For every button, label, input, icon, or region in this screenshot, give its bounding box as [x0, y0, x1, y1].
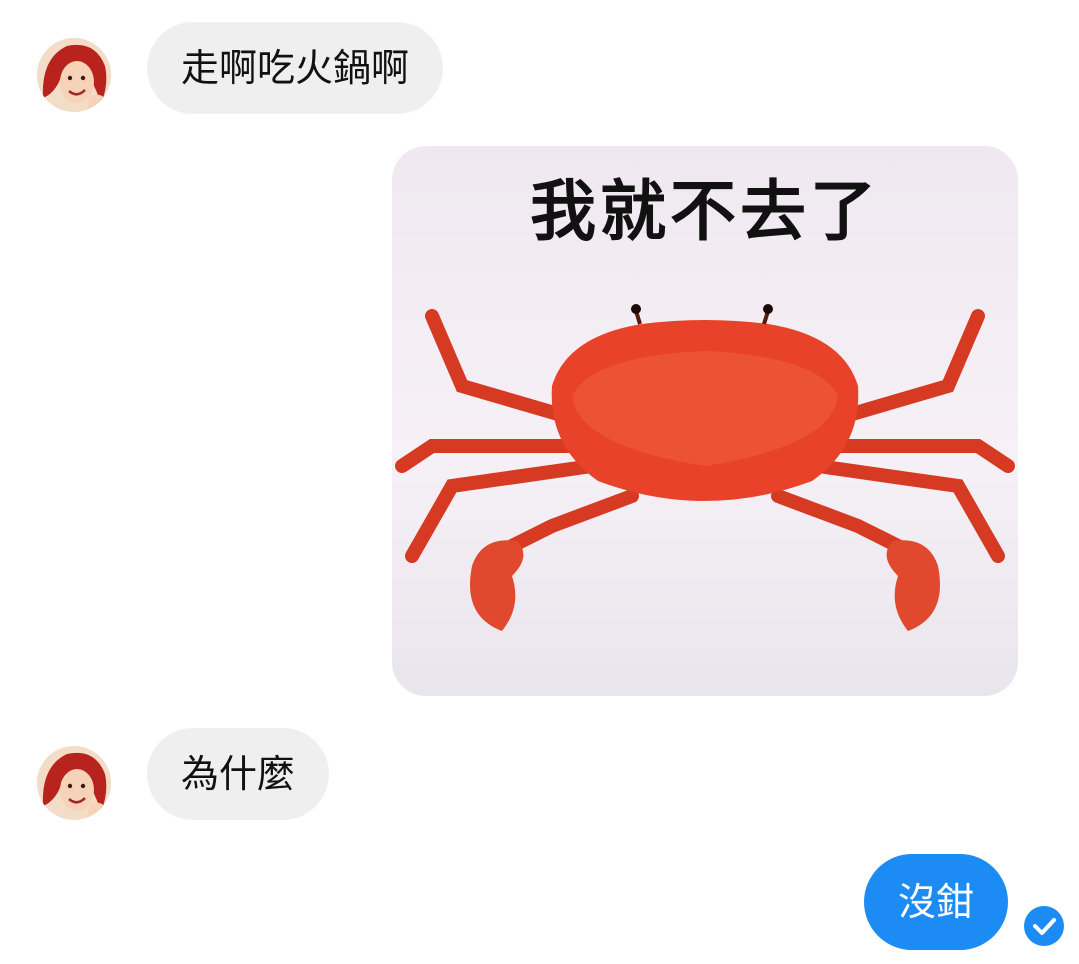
message-text: 沒鉗 — [898, 880, 975, 924]
crab-icon — [395, 304, 1015, 631]
read-check-icon — [1024, 906, 1064, 946]
message-text: 走啊吃火鍋啊 — [181, 46, 410, 90]
avatar[interactable] — [37, 38, 111, 112]
avatar-portrait-icon — [37, 746, 111, 820]
avatar-portrait-icon — [37, 38, 111, 112]
outgoing-message-bubble[interactable]: 沒鉗 — [864, 854, 1009, 950]
avatar[interactable] — [37, 746, 111, 820]
incoming-message-bubble[interactable]: 為什麼 — [147, 728, 330, 820]
incoming-message-bubble[interactable]: 走啊吃火鍋啊 — [147, 22, 444, 114]
message-text: 為什麼 — [181, 752, 296, 796]
sticker-message[interactable]: 我就不去了 — [392, 146, 1018, 696]
